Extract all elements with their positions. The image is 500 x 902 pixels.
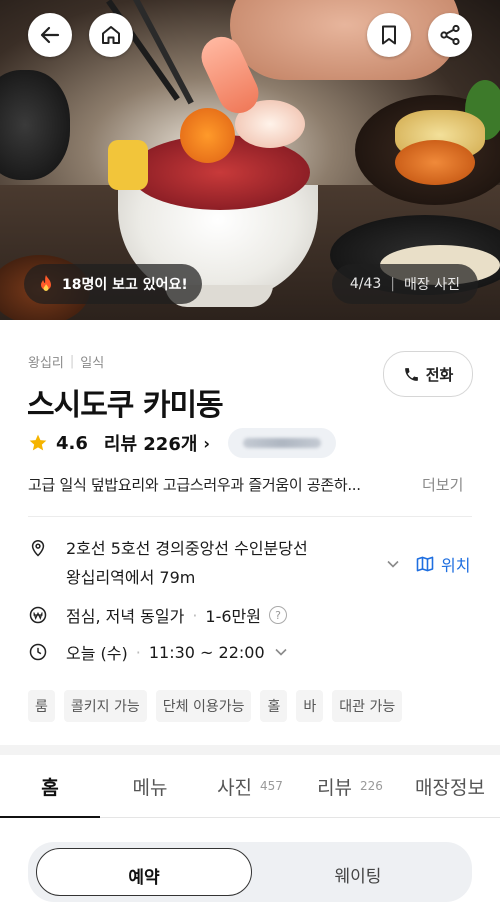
address-row: 2호선 5호선 경의중앙선 수인분당선 왕십리역에서 79m (28, 538, 308, 592)
hero-uni (180, 108, 235, 163)
tab-count: 226 (360, 779, 383, 793)
tab-label: 사진 (217, 776, 253, 799)
more-button[interactable]: 더보기 (422, 474, 463, 495)
bookmark-button[interactable] (367, 13, 411, 57)
tag: 콜키지 가능 (63, 690, 147, 722)
call-button[interactable]: 전화 (383, 351, 473, 397)
location-label: 위치 (441, 556, 471, 575)
category-label: 일식 (80, 356, 105, 371)
won-icon (29, 606, 47, 624)
photo-counter[interactable]: 4/43 | 매장 사진 (331, 264, 478, 304)
tag: 룸 (28, 690, 55, 722)
photo-counter-label: 매장 사진 (404, 277, 460, 293)
tag: 단체 이용가능 (155, 690, 252, 722)
hero-tamago (108, 140, 148, 190)
back-button[interactable] (28, 13, 72, 57)
call-label: 전화 (425, 365, 454, 384)
tab-count: 457 (260, 779, 283, 793)
tab-photos[interactable]: 사진 457 (200, 755, 300, 817)
location-pin-icon (31, 540, 45, 557)
tag: 홀 (260, 690, 288, 722)
address-line1: 2호선 5호선 경의중앙선 수인분당선 (66, 539, 308, 558)
share-button[interactable] (428, 13, 472, 57)
photo-counter-index: 4/43 (349, 276, 382, 292)
tab-home[interactable]: 홈 (0, 755, 100, 818)
phone-icon (404, 367, 418, 381)
tag: 대관 가능 (332, 690, 403, 722)
rating-row[interactable]: 4.6 리뷰 226개 › (28, 428, 337, 458)
home-icon (102, 26, 120, 44)
tab-label: 매장정보 (415, 776, 485, 799)
blurred-badge-content (243, 438, 322, 448)
tag: 바 (296, 690, 324, 722)
dot-separator: · (135, 642, 141, 662)
viewers-text: 18명이 보고 있어요! (62, 277, 188, 293)
hero-croquette (395, 140, 475, 185)
hours-row[interactable]: 오늘 (수) · 11:30 ~ 22:00 (28, 640, 309, 664)
tab-menu[interactable]: 메뉴 (100, 755, 200, 817)
chevron-down-icon (275, 648, 287, 656)
meal-label: 점심, 저녁 동일가 (66, 607, 185, 626)
bookmark-icon (382, 25, 396, 45)
photo-counter-separator: | (390, 276, 396, 292)
dot-separator: · (192, 605, 198, 625)
star-icon (29, 434, 47, 451)
viewers-badge: 18명이 보고 있어요! (24, 264, 202, 304)
hours-value: 11:30 ~ 22:00 (148, 642, 265, 662)
back-arrow-icon (40, 26, 60, 44)
today-label: 오늘 (수) (66, 644, 128, 663)
hero-hand (230, 0, 460, 80)
divider (28, 516, 472, 517)
price-row: 점심, 저녁 동일가 · 1-6만원 ? (28, 603, 287, 627)
category-breadcrumb: 왕십리 | 일식 (28, 352, 104, 371)
clock-icon (29, 643, 47, 661)
help-icon[interactable]: ? (268, 606, 287, 624)
tab-label: 메뉴 (132, 776, 168, 799)
share-icon (440, 24, 460, 46)
map-icon (416, 556, 434, 572)
rating-value: 4.6 (56, 432, 88, 454)
tab-bar: 홈 메뉴 사진 457 리뷰 226 매장정보 (0, 755, 500, 818)
fire-icon (41, 275, 51, 291)
booking-toggle: 예약 웨이팅 (28, 842, 472, 902)
address-line2: 왕십리역에서 79m (66, 568, 196, 587)
section-gap (0, 745, 500, 755)
description: 고급 일식 덮밥요리와 고급스러우과 즐거움이 공존하... (28, 476, 361, 494)
region-label: 왕십리 (28, 356, 64, 371)
tab-label: 리뷰 (317, 776, 353, 799)
hero-photo[interactable]: 18명이 보고 있어요! 4/43 | 매장 사진 (0, 0, 500, 320)
blurred-badge (228, 428, 337, 458)
review-link[interactable]: 리뷰 226개 (104, 430, 198, 456)
hero-teapot (0, 70, 70, 180)
category-separator: | (69, 354, 75, 369)
chevron-down-icon (387, 560, 399, 568)
price-range: 1-6만원 (205, 607, 261, 626)
feature-tags: 룸 콜키지 가능 단체 이용가능 홀 바 대관 가능 (28, 690, 403, 722)
tab-reviews[interactable]: 리뷰 226 (300, 755, 400, 817)
home-button[interactable] (89, 13, 133, 57)
location-button[interactable]: 위치 (386, 552, 470, 576)
tab-store-info[interactable]: 매장정보 (400, 755, 500, 817)
chevron-right-icon: › (203, 433, 211, 453)
place-name: 스시도쿠 카미동 (27, 388, 224, 423)
tab-label: 홈 (41, 776, 59, 799)
